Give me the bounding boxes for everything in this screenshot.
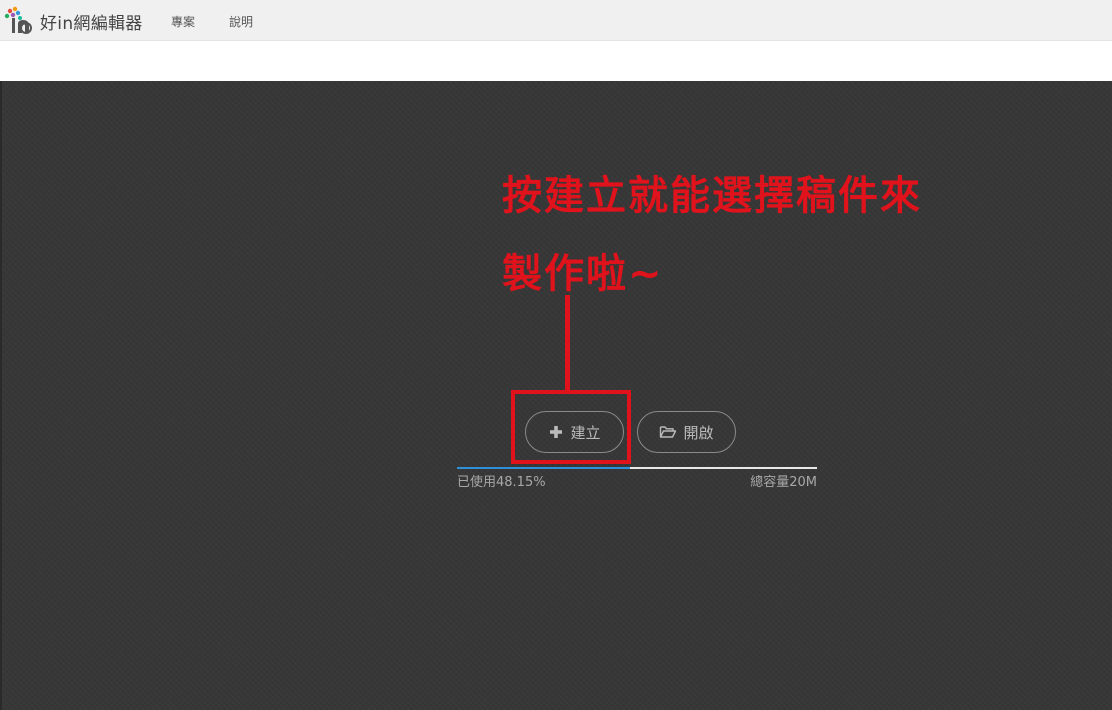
storage-used-label: 已使用48.15% [457,475,546,490]
nav-item-help[interactable]: 說明 [229,13,253,30]
annotation-text-line-1: 按建立就能選擇稿件來 [502,173,922,219]
colorful-tree-logo-icon [4,6,32,34]
folder-open-icon [660,426,677,438]
create-button[interactable]: 建立 [525,411,624,453]
storage-usage-bar [457,467,817,469]
storage-usage-fill [457,467,631,469]
brand-name: 好in網編輯器 [40,13,143,34]
nav-item-projects[interactable]: 專案 [171,13,195,30]
annotation-text-line-2: 製作啦~ [502,251,664,297]
top-navbar: 好in網編輯器 專案 說明 [0,0,1112,41]
annotation-pointer-line [565,295,570,392]
create-button-label: 建立 [570,423,601,442]
open-button[interactable]: 開啟 [637,411,736,453]
toolbar-spacer [0,41,1112,81]
storage-total-label: 總容量20M [750,475,817,490]
open-button-label: 開啟 [683,423,714,442]
brand[interactable]: 好in網編輯器 [4,6,143,36]
plus-icon [550,426,563,438]
